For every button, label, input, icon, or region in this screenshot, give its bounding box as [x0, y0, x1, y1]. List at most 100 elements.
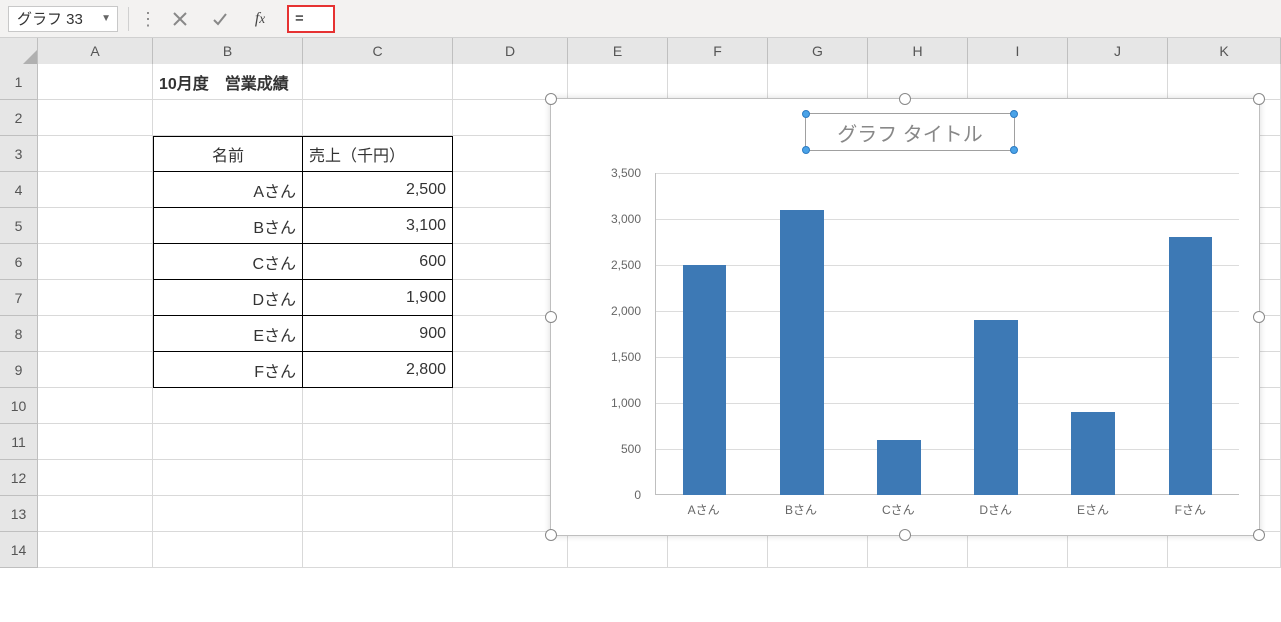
column-header-D[interactable]: D: [453, 38, 568, 64]
cell-C9[interactable]: 2,800: [303, 352, 453, 388]
cell-B12[interactable]: [153, 460, 303, 496]
cell-B3[interactable]: 名前: [153, 136, 303, 172]
cell-J14[interactable]: [1068, 532, 1168, 568]
chart-object[interactable]: グラフ タイトル 3,5003,0002,5002,0001,5001,0005…: [550, 98, 1260, 536]
cell-A4[interactable]: [38, 172, 153, 208]
select-all-corner[interactable]: [0, 38, 38, 64]
formula-input[interactable]: [293, 9, 329, 28]
row-header-9[interactable]: 9: [0, 352, 38, 388]
row-header-5[interactable]: 5: [0, 208, 38, 244]
plot-area[interactable]: 3,5003,0002,5002,0001,5001,0005000: [599, 173, 1239, 495]
cell-C1[interactable]: [303, 64, 453, 100]
cell-A6[interactable]: [38, 244, 153, 280]
cell-C8[interactable]: 900: [303, 316, 453, 352]
column-header-I[interactable]: I: [968, 38, 1068, 64]
column-header-K[interactable]: K: [1168, 38, 1281, 64]
column-header-E[interactable]: E: [568, 38, 668, 64]
cell-A12[interactable]: [38, 460, 153, 496]
row-header-1[interactable]: 1: [0, 64, 38, 100]
cell-A10[interactable]: [38, 388, 153, 424]
cell-A5[interactable]: [38, 208, 153, 244]
cell-I14[interactable]: [968, 532, 1068, 568]
cancel-button[interactable]: [163, 5, 197, 33]
cell-B10[interactable]: [153, 388, 303, 424]
cell-F1[interactable]: [668, 64, 768, 100]
cell-C3[interactable]: 売上（千円）: [303, 136, 453, 172]
cell-H14[interactable]: [868, 532, 968, 568]
selection-handle[interactable]: [1253, 93, 1265, 105]
cell-B8[interactable]: Eさん: [153, 316, 303, 352]
cell-A8[interactable]: [38, 316, 153, 352]
row-header-14[interactable]: 14: [0, 532, 38, 568]
cell-A13[interactable]: [38, 496, 153, 532]
cell-A11[interactable]: [38, 424, 153, 460]
cell-C7[interactable]: 1,900: [303, 280, 453, 316]
row-header-13[interactable]: 13: [0, 496, 38, 532]
cell-B1[interactable]: 10月度 営業成績: [153, 64, 303, 100]
row-header-3[interactable]: 3: [0, 136, 38, 172]
cell-F14[interactable]: [668, 532, 768, 568]
cell-B9[interactable]: Fさん: [153, 352, 303, 388]
chart-bar[interactable]: [780, 210, 824, 495]
cell-G1[interactable]: [768, 64, 868, 100]
cell-C10[interactable]: [303, 388, 453, 424]
row-header-12[interactable]: 12: [0, 460, 38, 496]
cell-B11[interactable]: [153, 424, 303, 460]
cell-B2[interactable]: [153, 100, 303, 136]
cell-J1[interactable]: [1068, 64, 1168, 100]
column-header-B[interactable]: B: [153, 38, 303, 64]
title-handle[interactable]: [802, 146, 810, 154]
column-header-C[interactable]: C: [303, 38, 453, 64]
selection-handle[interactable]: [1253, 529, 1265, 541]
cell-C4[interactable]: 2,500: [303, 172, 453, 208]
cell-A2[interactable]: [38, 100, 153, 136]
cell-C6[interactable]: 600: [303, 244, 453, 280]
cell-A3[interactable]: [38, 136, 153, 172]
chart-bar[interactable]: [1071, 412, 1115, 495]
cell-B13[interactable]: [153, 496, 303, 532]
row-header-6[interactable]: 6: [0, 244, 38, 280]
column-header-A[interactable]: A: [38, 38, 153, 64]
cell-B5[interactable]: Bさん: [153, 208, 303, 244]
cell-A7[interactable]: [38, 280, 153, 316]
selection-handle[interactable]: [899, 529, 911, 541]
title-handle[interactable]: [802, 110, 810, 118]
selection-handle[interactable]: [545, 93, 557, 105]
selection-handle[interactable]: [545, 529, 557, 541]
cell-B14[interactable]: [153, 532, 303, 568]
cell-B7[interactable]: Dさん: [153, 280, 303, 316]
cell-A9[interactable]: [38, 352, 153, 388]
cell-C11[interactable]: [303, 424, 453, 460]
cell-C13[interactable]: [303, 496, 453, 532]
column-header-J[interactable]: J: [1068, 38, 1168, 64]
row-header-10[interactable]: 10: [0, 388, 38, 424]
cell-A1[interactable]: [38, 64, 153, 100]
cell-E1[interactable]: [568, 64, 668, 100]
insert-function-button[interactable]: fx: [243, 5, 277, 33]
cell-A14[interactable]: [38, 532, 153, 568]
cell-K1[interactable]: [1168, 64, 1281, 100]
selection-handle[interactable]: [1253, 311, 1265, 323]
chart-bar[interactable]: [683, 265, 727, 495]
column-header-F[interactable]: F: [668, 38, 768, 64]
name-box[interactable]: グラフ 33 ▼: [8, 6, 118, 32]
cell-G14[interactable]: [768, 532, 868, 568]
title-handle[interactable]: [1010, 110, 1018, 118]
row-header-7[interactable]: 7: [0, 280, 38, 316]
selection-handle[interactable]: [899, 93, 911, 105]
row-header-8[interactable]: 8: [0, 316, 38, 352]
chart-title[interactable]: グラフ タイトル: [805, 113, 1015, 151]
cell-B6[interactable]: Cさん: [153, 244, 303, 280]
row-header-4[interactable]: 4: [0, 172, 38, 208]
cell-C2[interactable]: [303, 100, 453, 136]
selection-handle[interactable]: [545, 311, 557, 323]
title-handle[interactable]: [1010, 146, 1018, 154]
chart-bar[interactable]: [1169, 237, 1213, 495]
cell-C5[interactable]: 3,100: [303, 208, 453, 244]
column-header-H[interactable]: H: [868, 38, 968, 64]
cell-B4[interactable]: Aさん: [153, 172, 303, 208]
column-header-G[interactable]: G: [768, 38, 868, 64]
cell-E14[interactable]: [568, 532, 668, 568]
cell-C12[interactable]: [303, 460, 453, 496]
chart-bar[interactable]: [974, 320, 1018, 495]
